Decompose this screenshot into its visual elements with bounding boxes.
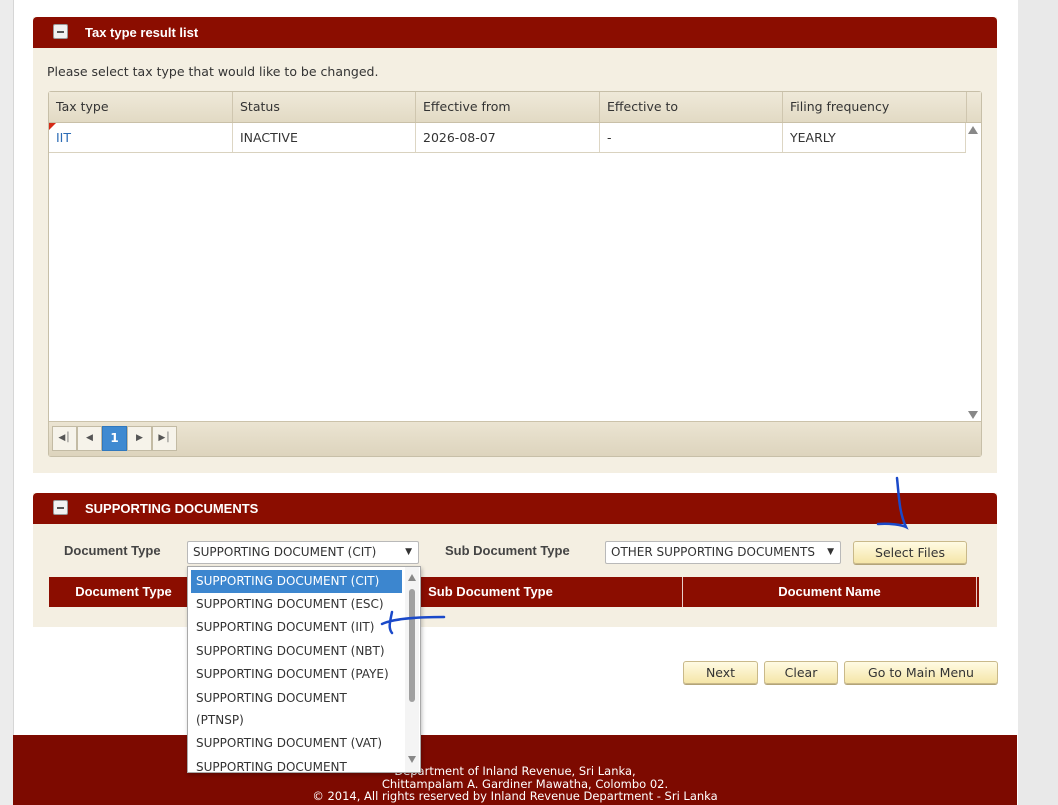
annotation-arrow-left: [380, 610, 446, 635]
annotation-overlay: [380, 476, 909, 635]
annotation-arrow-down: [876, 476, 909, 530]
